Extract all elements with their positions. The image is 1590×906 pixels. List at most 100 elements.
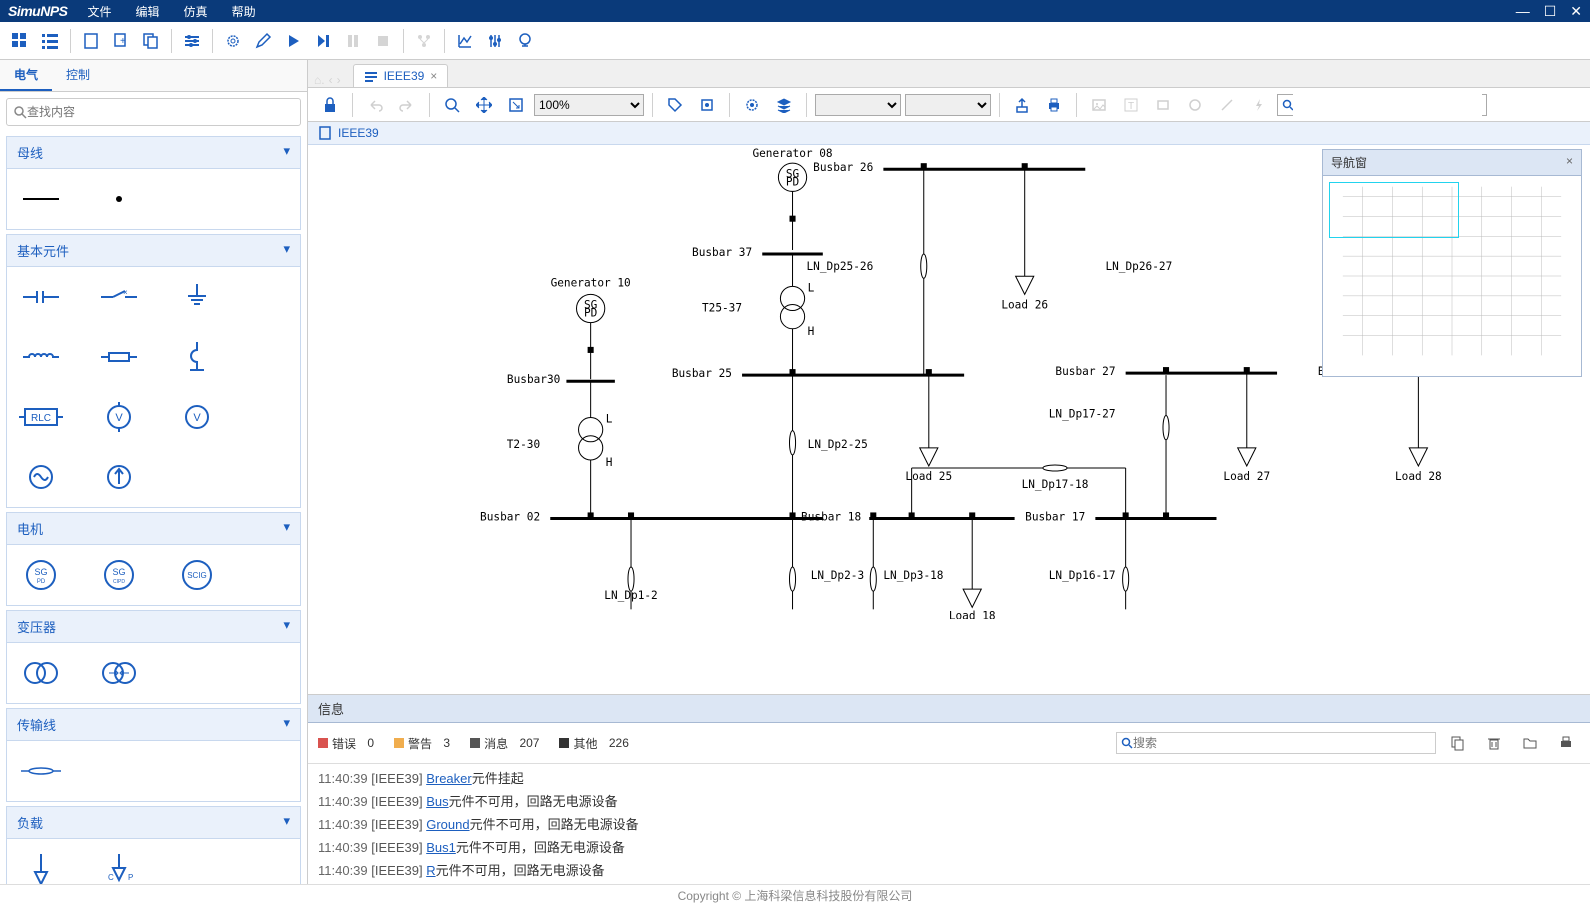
- sliders-icon[interactable]: [481, 27, 509, 55]
- maximize-button[interactable]: ☐: [1544, 3, 1557, 20]
- zoom-icon[interactable]: [438, 91, 466, 119]
- navigator-panel[interactable]: 导航窗 ×: [1322, 149, 1582, 377]
- menu-file[interactable]: 文件: [88, 3, 112, 20]
- filter-other[interactable]: 其他 226: [559, 735, 628, 752]
- comp-scig[interactable]: SCIG: [173, 555, 221, 595]
- nav-forward-icon[interactable]: ›: [337, 73, 341, 87]
- comp-load-cvp[interactable]: CP: [95, 849, 143, 884]
- comp-sg-pd[interactable]: SGPD: [17, 555, 65, 595]
- category-load[interactable]: 负载▾: [6, 806, 301, 839]
- doc-search-input[interactable]: [1293, 94, 1482, 116]
- doc-home-icon[interactable]: ⌂.: [314, 73, 325, 87]
- canvas[interactable]: Generator 08 SG PD Busbar 37 L H T25-37 …: [308, 145, 1590, 694]
- empty-select-1[interactable]: [815, 94, 901, 116]
- scope-icon[interactable]: [511, 27, 539, 55]
- target-icon[interactable]: [693, 91, 721, 119]
- comp-rlc[interactable]: RLC: [17, 397, 65, 437]
- category-transformer[interactable]: 变压器▾: [6, 610, 301, 643]
- line-shape-icon[interactable]: [1213, 91, 1241, 119]
- grid-view-icon[interactable]: [6, 27, 34, 55]
- redo-icon[interactable]: [393, 91, 421, 119]
- branch-icon[interactable]: [410, 27, 438, 55]
- step-icon[interactable]: [309, 27, 337, 55]
- comp-current-source[interactable]: [95, 457, 143, 497]
- log-rows[interactable]: 11:40:39 [IEEE39] Breaker元件挂起11:40:39 [I…: [308, 764, 1590, 884]
- gear-button-icon[interactable]: [738, 91, 766, 119]
- chart-icon[interactable]: [451, 27, 479, 55]
- info-search[interactable]: [1116, 732, 1436, 754]
- zoom-select[interactable]: 100%: [534, 94, 644, 116]
- close-navigator-icon[interactable]: ×: [1566, 154, 1573, 171]
- info-search-input[interactable]: [1133, 736, 1431, 750]
- text-icon[interactable]: T: [1117, 91, 1145, 119]
- close-tab-icon[interactable]: ×: [430, 69, 437, 83]
- document-tab-ieee39[interactable]: IEEE39 ×: [353, 64, 449, 87]
- gear-icon[interactable]: [219, 27, 247, 55]
- comp-v-source[interactable]: V: [173, 397, 221, 437]
- list-view-icon[interactable]: [36, 27, 64, 55]
- print-icon[interactable]: [1040, 91, 1068, 119]
- minimize-button[interactable]: —: [1516, 3, 1530, 20]
- nav-back-icon[interactable]: ‹: [329, 73, 333, 87]
- sidebar-search-input[interactable]: [27, 105, 294, 119]
- log-row[interactable]: 11:40:39 [IEEE39] Bus1元件不可用，回路无电源设备: [318, 835, 1580, 858]
- comp-inductor[interactable]: [17, 337, 65, 377]
- navigator-body[interactable]: [1323, 176, 1581, 376]
- category-line[interactable]: 传输线▾: [6, 708, 301, 741]
- log-row[interactable]: 11:40:39 [IEEE39] Bus元件不可用，回路无电源设备: [318, 789, 1580, 812]
- export-icon[interactable]: [1008, 91, 1036, 119]
- tab-control[interactable]: 控制: [52, 60, 104, 91]
- log-row[interactable]: 11:40:39 [IEEE39] Ground元件不可用，回路无电源设备: [318, 812, 1580, 835]
- comp-transformer-3w[interactable]: [95, 653, 143, 693]
- doc-search-wrapper[interactable]: [1277, 94, 1487, 116]
- comp-load-arrow[interactable]: [17, 849, 65, 884]
- comp-busbar-line[interactable]: [17, 179, 65, 219]
- comp-ground[interactable]: [173, 277, 221, 317]
- comp-transmission-line[interactable]: [17, 751, 65, 791]
- category-busbar[interactable]: 母线▾: [6, 136, 301, 169]
- undo-icon[interactable]: [361, 91, 389, 119]
- category-machine[interactable]: 电机▾: [6, 512, 301, 545]
- layers-icon[interactable]: [770, 91, 798, 119]
- fit-icon[interactable]: [502, 91, 530, 119]
- empty-select-2[interactable]: [905, 94, 991, 116]
- log-row[interactable]: 11:40:39 [IEEE39] R元件不可用，回路无电源设备: [318, 858, 1580, 881]
- menu-help[interactable]: 帮助: [232, 3, 256, 20]
- filter-errors[interactable]: 错误 0: [318, 735, 374, 752]
- comp-capacitor[interactable]: [17, 277, 65, 317]
- comp-voltmeter[interactable]: V: [95, 397, 143, 437]
- bolt-icon[interactable]: [1245, 91, 1273, 119]
- settings-icon[interactable]: [178, 27, 206, 55]
- filter-messages[interactable]: 消息 207: [470, 735, 539, 752]
- print-log-icon[interactable]: [1552, 729, 1580, 757]
- tab-electrical[interactable]: 电气: [0, 60, 52, 91]
- open-folder-icon[interactable]: [1516, 729, 1544, 757]
- category-basic[interactable]: 基本元件▾: [6, 234, 301, 267]
- close-button[interactable]: ✕: [1570, 3, 1582, 20]
- lock-icon[interactable]: [316, 91, 344, 119]
- menu-edit[interactable]: 编辑: [136, 3, 160, 20]
- image-icon[interactable]: [1085, 91, 1113, 119]
- pause-icon[interactable]: [339, 27, 367, 55]
- delete-log-icon[interactable]: [1480, 729, 1508, 757]
- copy-doc-icon[interactable]: [137, 27, 165, 55]
- filter-warnings[interactable]: 警告 3: [394, 735, 450, 752]
- comp-sg-cipd[interactable]: SGCIPD: [95, 555, 143, 595]
- comp-busbar-node[interactable]: [95, 179, 143, 219]
- navigator-viewport[interactable]: [1329, 182, 1459, 238]
- comp-ac-source[interactable]: [17, 457, 65, 497]
- sidebar-search[interactable]: [6, 98, 301, 126]
- comp-switch[interactable]: ×: [95, 277, 143, 317]
- copy-log-icon[interactable]: [1444, 729, 1472, 757]
- tag-icon[interactable]: [661, 91, 689, 119]
- menu-sim[interactable]: 仿真: [184, 3, 208, 20]
- log-row[interactable]: 11:40:39 [IEEE39] Breaker元件挂起: [318, 766, 1580, 789]
- rect-icon[interactable]: [1149, 91, 1177, 119]
- new-doc-icon[interactable]: [77, 27, 105, 55]
- comp-ground2[interactable]: [173, 337, 221, 377]
- play-icon[interactable]: [279, 27, 307, 55]
- stop-icon[interactable]: [369, 27, 397, 55]
- add-doc-icon[interactable]: +: [107, 27, 135, 55]
- pan-icon[interactable]: [470, 91, 498, 119]
- comp-transformer-2w[interactable]: [17, 653, 65, 693]
